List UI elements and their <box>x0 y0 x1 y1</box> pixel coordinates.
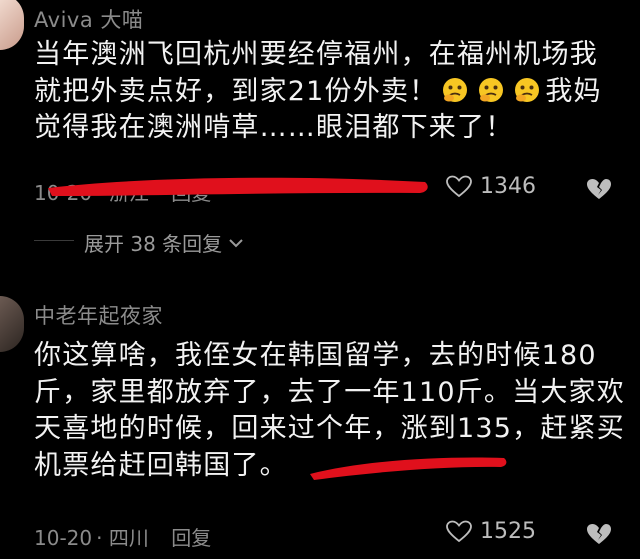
comment-text: 你这算啥，我侄女在韩国留学，去的时候180斤，家里都放弃了，去了一年110斤。当… <box>34 338 626 484</box>
expand-replies-button[interactable]: 展开 38 条回复 <box>84 228 244 257</box>
thinking-face-emoji <box>443 77 468 102</box>
heart-outline-icon <box>446 520 472 542</box>
like-count: 1525 <box>480 519 536 544</box>
comment-username[interactable]: Aviva 大喵 <box>34 4 143 34</box>
comment-username[interactable]: 中老年起夜家 <box>34 300 163 330</box>
highlighted-text: 涨到135， <box>400 413 541 444</box>
chevron-down-icon <box>229 238 243 247</box>
broken-heart-icon[interactable] <box>586 176 612 202</box>
thinking-face-emoji <box>515 77 540 102</box>
comment-text: 当年澳洲飞回杭州要经停福州，在福州机场我就把外卖点好，到家21份外卖！ 我妈觉得我… <box>34 37 626 147</box>
expand-replies-label: 展开 38 条回复 <box>84 232 223 256</box>
comment-location: 四川 <box>108 526 149 550</box>
broken-heart-icon[interactable] <box>586 521 612 547</box>
comment-meta: 10-20 · 浙江 回复 <box>34 181 212 205</box>
like-button[interactable]: 1525 <box>446 519 536 544</box>
avatar[interactable] <box>0 296 24 352</box>
comment-meta: 10-20 · 四川 回复 <box>34 526 212 550</box>
avatar[interactable] <box>0 0 24 50</box>
reply-button[interactable]: 回复 <box>171 526 211 550</box>
like-count: 1346 <box>480 174 536 199</box>
comment-location: 浙江 <box>108 181 149 205</box>
like-button[interactable]: 1346 <box>446 174 536 199</box>
thinking-face-emoji <box>479 77 504 102</box>
divider <box>34 240 74 241</box>
comment-date: 10-20 <box>34 181 93 205</box>
comment-date: 10-20 <box>34 526 93 550</box>
heart-outline-icon <box>446 175 472 197</box>
reply-button[interactable]: 回复 <box>171 181 211 205</box>
